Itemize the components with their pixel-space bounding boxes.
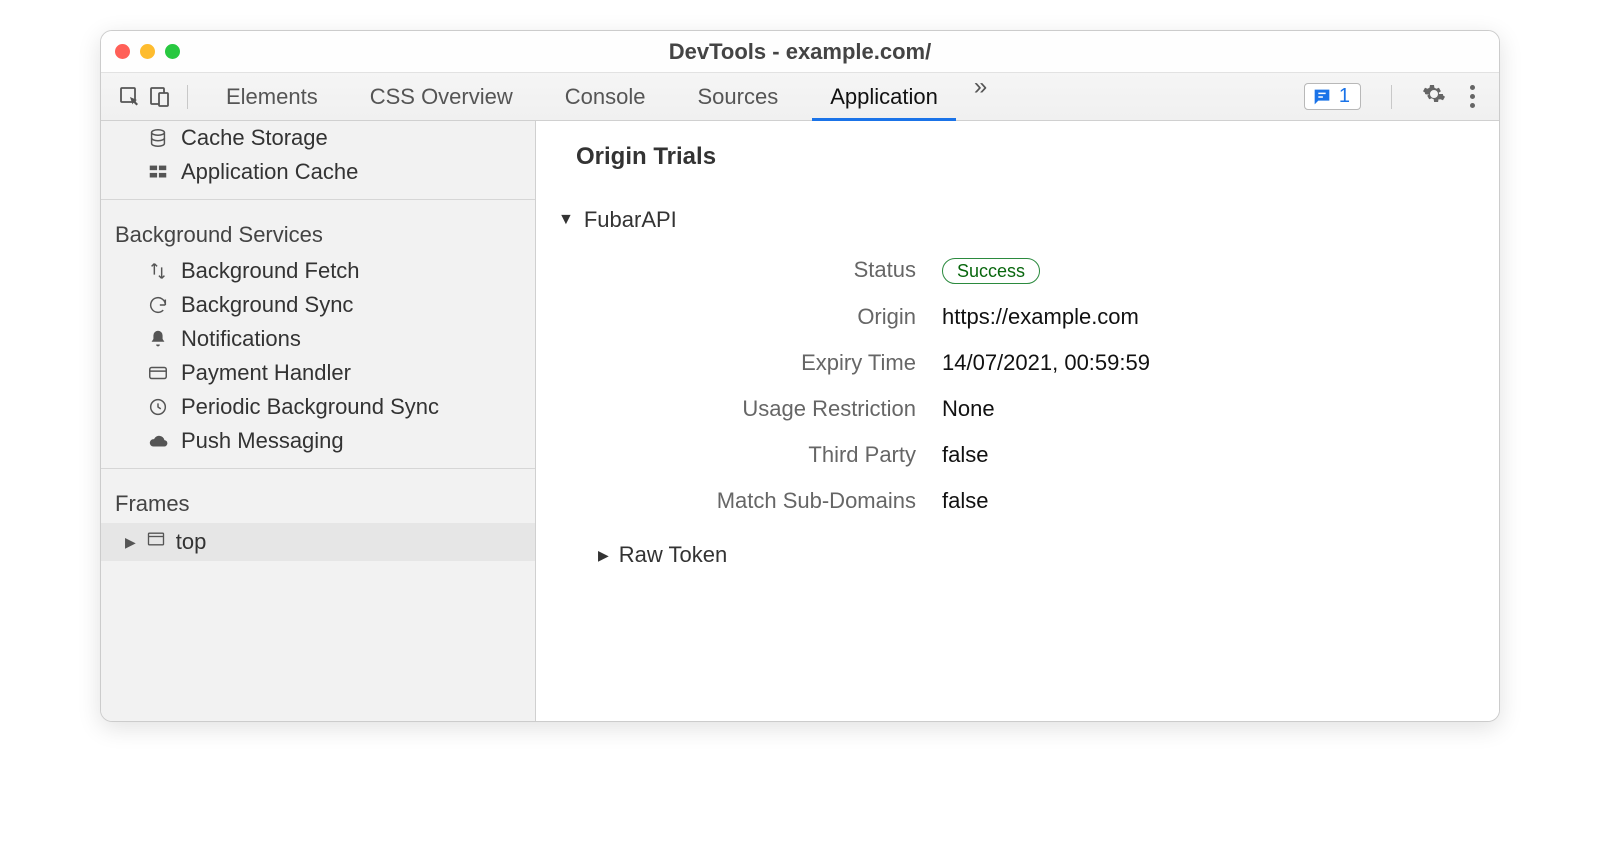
panel-tabs: Elements CSS Overview Console Sources Ap… (200, 73, 1304, 120)
window-icon (146, 529, 166, 555)
clock-icon (147, 396, 169, 418)
status-badge: Success (942, 258, 1040, 284)
field-label-status: Status (616, 257, 916, 284)
sidebar-label: Cache Storage (181, 125, 328, 151)
panel-heading: Origin Trials (576, 143, 1459, 171)
issues-count: 1 (1339, 85, 1350, 108)
sidebar-cache-storage[interactable]: Cache Storage (101, 121, 535, 155)
sync-icon (147, 294, 169, 316)
tabs-overflow-icon[interactable]: » (964, 73, 997, 120)
expand-triangle-icon: ▶ (598, 547, 609, 564)
cloud-icon (147, 430, 169, 452)
sidebar-background-sync[interactable]: Background Sync (101, 288, 535, 322)
raw-token-label: Raw Token (619, 542, 727, 568)
trial-toggle[interactable]: ▼ FubarAPI (558, 207, 1459, 233)
issues-button[interactable]: 1 (1304, 83, 1361, 110)
main-toolbar: Elements CSS Overview Console Sources Ap… (101, 73, 1499, 121)
tab-css-overview[interactable]: CSS Overview (344, 73, 539, 120)
sidebar-label: Payment Handler (181, 360, 351, 386)
application-sidebar: Cache Storage Application Cache Backgrou… (101, 121, 536, 721)
frame-top[interactable]: ▶ top (101, 523, 535, 561)
field-label-match-sub: Match Sub-Domains (616, 488, 916, 514)
frame-label: top (176, 529, 207, 555)
bell-icon (147, 328, 169, 350)
inspect-element-icon[interactable] (115, 82, 145, 112)
sidebar-section-frames: Frames (101, 479, 535, 523)
sidebar-periodic-sync[interactable]: Periodic Background Sync (101, 390, 535, 424)
sidebar-label: Background Sync (181, 292, 353, 318)
tab-console[interactable]: Console (539, 73, 672, 120)
tab-application[interactable]: Application (804, 73, 964, 120)
window-title: DevTools - example.com/ (101, 39, 1499, 65)
settings-icon[interactable] (1422, 82, 1446, 112)
field-value-origin: https://example.com (942, 304, 1459, 330)
sidebar-label: Application Cache (181, 159, 358, 185)
raw-token-toggle[interactable]: ▶ Raw Token (598, 542, 1459, 568)
field-value-expiry: 14/07/2021, 00:59:59 (942, 350, 1459, 376)
sidebar-label: Background Fetch (181, 258, 360, 284)
database-icon (147, 127, 169, 149)
devtools-window: DevTools - example.com/ Elements CSS Ove… (100, 30, 1500, 722)
field-label-expiry: Expiry Time (616, 350, 916, 376)
collapse-triangle-icon: ▼ (558, 211, 574, 229)
tab-sources[interactable]: Sources (671, 73, 804, 120)
tab-elements[interactable]: Elements (200, 73, 344, 120)
titlebar: DevTools - example.com/ (101, 31, 1499, 73)
toolbar-divider (1391, 85, 1392, 109)
device-toggle-icon[interactable] (145, 82, 175, 112)
field-label-origin: Origin (616, 304, 916, 330)
sidebar-background-fetch[interactable]: Background Fetch (101, 254, 535, 288)
card-icon (147, 362, 169, 384)
message-icon (1311, 86, 1333, 108)
sidebar-label: Notifications (181, 326, 301, 352)
trial-name: FubarAPI (584, 207, 677, 233)
sidebar-payment-handler[interactable]: Payment Handler (101, 356, 535, 390)
expand-triangle-icon[interactable]: ▶ (125, 534, 136, 551)
zoom-window-button[interactable] (165, 44, 180, 59)
sidebar-application-cache[interactable]: Application Cache (101, 155, 535, 189)
field-value-third-party: false (942, 442, 1459, 468)
swap-icon (147, 260, 169, 282)
field-label-third-party: Third Party (616, 442, 916, 468)
sidebar-push-messaging[interactable]: Push Messaging (101, 424, 535, 458)
more-menu-icon[interactable] (1464, 85, 1481, 108)
sidebar-label: Push Messaging (181, 428, 344, 454)
grid-icon (147, 161, 169, 183)
trial-fields: Status Success Origin https://example.co… (616, 257, 1459, 514)
field-value-match-sub: false (942, 488, 1459, 514)
traffic-lights (115, 44, 180, 59)
sidebar-label: Periodic Background Sync (181, 394, 439, 420)
field-label-usage: Usage Restriction (616, 396, 916, 422)
toolbar-divider (187, 85, 188, 109)
close-window-button[interactable] (115, 44, 130, 59)
sidebar-notifications[interactable]: Notifications (101, 322, 535, 356)
sidebar-section-background: Background Services (101, 210, 535, 254)
field-value-usage: None (942, 396, 1459, 422)
main-panel: Origin Trials ▼ FubarAPI Status Success … (536, 121, 1499, 721)
minimize-window-button[interactable] (140, 44, 155, 59)
